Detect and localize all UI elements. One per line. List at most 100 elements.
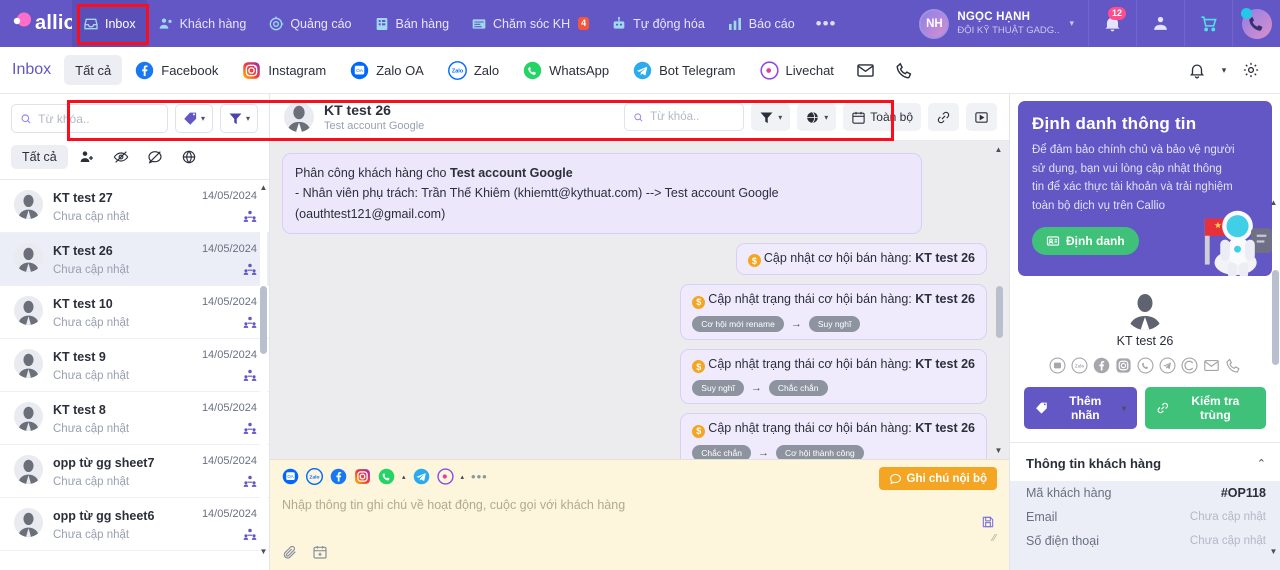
search-input[interactable] [38,111,159,126]
more-dots-icon[interactable]: ••• [471,470,488,483]
nav-item-tu-dong-hoa[interactable]: Tự động hóa [600,0,716,47]
chat-scroll-up-arrow[interactable]: ▲ [994,145,1003,154]
save-note-button[interactable] [981,515,995,532]
conversation-item[interactable]: KT test 8 Chưa cập nhật 14/05/2024 [0,392,269,445]
tag-filter-button[interactable]: ▾ [174,104,213,133]
message-area[interactable]: Phân công khách hàng cho Test account Go… [270,141,1009,459]
nav-item-bao-cao[interactable]: Báo cáo [716,0,806,47]
nav-item-khach-hang[interactable]: Khách hàng [147,0,258,47]
channel-tab-phone[interactable] [886,55,923,85]
nav-item-inbox[interactable]: Inbox [72,0,147,47]
internal-note-button[interactable]: Ghi chú nội bộ [878,467,997,490]
chat-video-button[interactable] [966,103,997,131]
list-scrollbar[interactable] [260,194,267,544]
chevron-up-icon[interactable]: ▴ [402,473,406,481]
panel-scrollbar[interactable] [1272,210,1279,544]
conversation-item[interactable]: KT test 27 Chưa cập nhật 14/05/2024 [0,180,269,233]
instagram-icon[interactable] [354,468,371,485]
scrollbar-thumb[interactable] [260,286,267,354]
list-scroll-up-arrow[interactable]: ▲ [259,183,268,192]
conversation-item[interactable]: opp từ gg sheet7 Chưa cập nhật 14/05/202… [0,445,269,498]
status-line: $ Cập nhật trạng thái cơ hội bán hàng: KT… [692,421,975,438]
nav-item-ban-hang[interactable]: Bán hàng [363,0,461,47]
check-duplicate-button[interactable]: Kiểm tra trùng [1145,387,1266,429]
channel-tab-facebook[interactable]: Facebook [124,55,229,85]
customer-info-section-header[interactable]: Thông tin khách hàng ⌃ [1010,442,1280,481]
scrollbar-thumb[interactable] [996,286,1003,338]
filter-no-reply-button[interactable] [140,144,170,170]
conversation-name: opp từ gg sheet6 [53,509,155,523]
conversation-list[interactable]: KT test 27 Chưa cập nhật 14/05/2024 KT t… [0,180,269,570]
filter-unread-button[interactable] [106,144,136,170]
chevron-up-icon[interactable]: ▴ [461,473,465,481]
conversation-item[interactable]: KT test 9 Chưa cập nhật 14/05/2024 [0,339,269,392]
nav-item-quang-cao[interactable]: Quảng cáo [257,0,362,47]
filter-assign-button[interactable] [72,144,102,170]
chat-search-input[interactable] [650,111,736,123]
zalo-icon[interactable]: Zalo [1070,357,1088,374]
conversation-item[interactable]: KT test 26 Chưa cập nhật 14/05/2024 [0,233,269,286]
conversation-item[interactable]: KT test 10 Chưa cập nhật 14/05/2024 [0,286,269,339]
scrollbar-thumb[interactable] [1272,270,1279,365]
facebook-icon[interactable] [1093,357,1110,374]
channel-tab-zalo[interactable]: Zalo Zalo [437,55,510,85]
channel-notifications-caret[interactable]: ▾ [1214,55,1234,85]
advanced-filter-button[interactable]: ▾ [219,104,258,133]
chat-date-range-label: Toàn bộ [870,110,913,124]
chat-link-button[interactable] [928,103,959,131]
chat-scrollbar[interactable] [996,156,1003,441]
call-widget-button[interactable] [1232,0,1280,47]
telegram-icon[interactable] [1158,357,1176,374]
facebook-icon[interactable] [330,468,347,485]
user-menu[interactable]: NH NGỌC HẠNH ĐỘI KỸ THUẬT GADG.. ▾ [909,0,1088,47]
whatsapp-icon[interactable] [378,468,395,485]
cart-button[interactable] [1184,0,1232,47]
inbox-heading: Inbox [12,61,52,78]
email-icon[interactable] [1203,357,1220,374]
verify-button[interactable]: Định danh [1032,226,1139,255]
panel-scroll-down-arrow[interactable]: ▼ [1269,547,1278,556]
nav-item-cham-soc-kh[interactable]: Chăm sóc KH 4 [460,0,600,47]
paperclip-icon[interactable] [282,544,298,560]
search-input-wrapper[interactable] [11,104,168,133]
list-scroll-down-arrow[interactable]: ▼ [259,547,268,556]
phone-icon[interactable] [1225,357,1242,374]
composer-input[interactable]: Nhập thông tin ghi chú về hoạt động, cuộ… [282,498,997,512]
notifications-button[interactable]: 12 [1088,0,1136,47]
channel-tab-all[interactable]: Tất cả [64,55,123,85]
channel-tab-email[interactable] [847,55,884,85]
resize-grip-icon[interactable]: ⁄⁄ [993,533,996,544]
instagram-icon[interactable] [1115,357,1132,374]
zalo-oa-icon[interactable]: OA [282,468,299,485]
channel-tab-livechat[interactable]: Livechat [749,55,845,85]
channel-tab-bot-telegram[interactable]: Bot Telegram [622,55,746,85]
chat-scroll-down-arrow[interactable]: ▼ [994,446,1003,455]
filter-channel-button[interactable] [174,144,204,170]
nav-more-button[interactable]: ••• [806,15,847,32]
telegram-icon[interactable] [413,468,430,485]
zalo-icon[interactable]: Zalo [306,468,323,485]
chat-channel-button[interactable]: ▾ [797,103,837,131]
channel-tab-zalo-oa[interactable]: OA Zalo OA [339,55,435,85]
channel-tab-instagram[interactable]: Instagram [231,55,337,85]
calendar-icon[interactable] [312,544,328,560]
zalo-oa-icon[interactable] [1048,357,1066,374]
coin-icon: $ [692,295,706,309]
livechat-icon[interactable] [1180,357,1198,374]
chat-date-range-button[interactable]: Toàn bộ [843,103,921,131]
avatar [14,190,43,219]
channel-tab-whatsapp[interactable]: WhatsApp [512,55,620,85]
callio-logo[interactable]: allio [0,0,76,47]
conversation-item[interactable]: opp từ gg sheet6 Chưa cập nhật 14/05/202… [0,498,269,551]
channel-notifications-button[interactable] [1180,55,1214,85]
agents-button[interactable] [1136,0,1184,47]
add-tag-button[interactable]: Thêm nhãn ▾ [1024,387,1138,429]
panel-scroll-up-arrow[interactable]: ▲ [1269,198,1278,207]
report-chart-icon [727,16,743,32]
chat-search-wrapper[interactable] [624,103,745,131]
chat-filter-button[interactable]: ▾ [751,103,791,131]
livechat-icon[interactable] [436,468,454,485]
filter-chip-all[interactable]: Tất cả [11,145,68,169]
whatsapp-icon[interactable] [1136,357,1154,374]
settings-button[interactable] [1234,55,1268,85]
